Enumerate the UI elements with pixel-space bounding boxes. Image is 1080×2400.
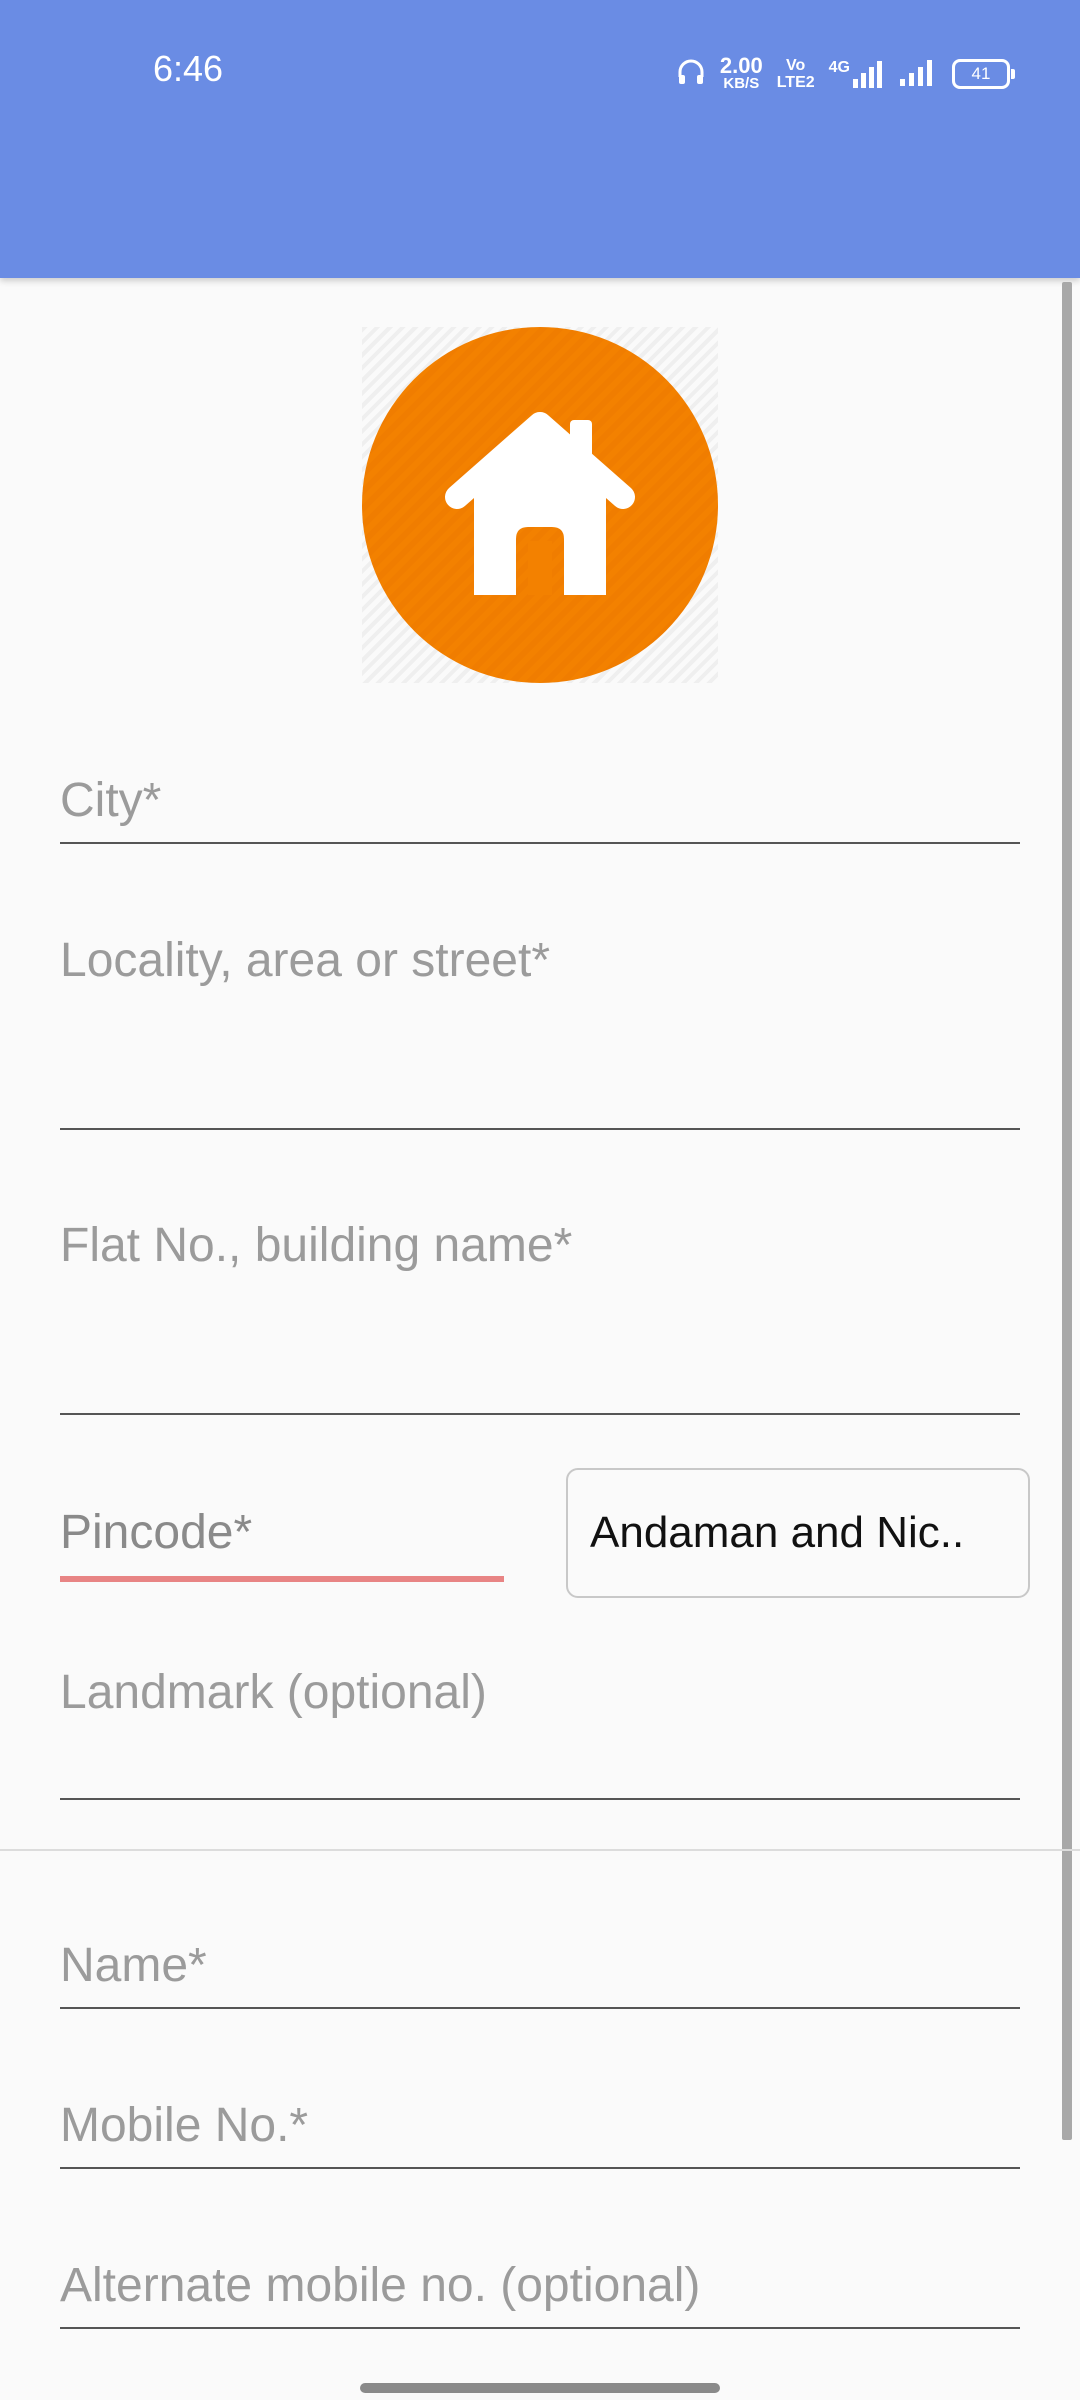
network-speed: 2.00 KB/S bbox=[719, 53, 763, 92]
headphones-icon bbox=[676, 57, 706, 92]
network-speed-unit: KB/S bbox=[723, 75, 760, 92]
pincode-placeholder: Pincode* bbox=[60, 1506, 253, 1559]
home-icon bbox=[445, 412, 635, 595]
landmark-field[interactable]: Landmark (optional) bbox=[60, 1652, 1020, 1800]
state-dropdown[interactable]: Andaman and Nic.. bbox=[566, 1468, 1030, 1598]
network-speed-value: 2.00 bbox=[719, 53, 763, 78]
name-placeholder: Name* bbox=[60, 1939, 207, 1992]
alternate-mobile-field[interactable]: Alternate mobile no. (optional) bbox=[60, 2245, 1020, 2329]
home-indicator[interactable] bbox=[360, 2383, 720, 2393]
scrollbar[interactable] bbox=[1062, 282, 1072, 2140]
locality-field[interactable]: Locality, area or street* bbox=[60, 920, 1020, 1130]
state-selected-value: Andaman and Nic.. bbox=[590, 1508, 965, 1557]
section-divider bbox=[0, 1849, 1080, 1851]
city-placeholder: City* bbox=[60, 774, 162, 827]
city-field[interactable]: City* bbox=[60, 760, 1020, 844]
flat-building-field[interactable]: Flat No., building name* bbox=[60, 1205, 1020, 1415]
volte-indicator: Vo LTE2 bbox=[777, 57, 815, 91]
signal-icon: 4G bbox=[829, 59, 884, 89]
address-logo bbox=[362, 327, 718, 683]
alternate-mobile-placeholder: Alternate mobile no. (optional) bbox=[60, 2259, 701, 2312]
status-icons: 2.00 KB/S Vo LTE2 4G 41 bbox=[676, 52, 1015, 96]
landmark-placeholder: Landmark (optional) bbox=[60, 1666, 487, 1719]
mobile-placeholder: Mobile No.* bbox=[60, 2099, 309, 2152]
status-bar: 6:46 2.00 KB/S Vo LTE2 4G 41 bbox=[0, 0, 1080, 278]
pincode-field[interactable]: Pincode* bbox=[60, 1492, 504, 1582]
volte-top-label: Vo bbox=[786, 57, 806, 74]
name-field[interactable]: Name* bbox=[60, 1925, 1020, 2009]
status-time: 6:46 bbox=[153, 48, 224, 89]
mobile-field[interactable]: Mobile No.* bbox=[60, 2085, 1020, 2169]
battery-icon: 41 bbox=[952, 59, 1015, 89]
network-type-label: 4G bbox=[828, 59, 850, 76]
volte-bottom-label: LTE2 bbox=[776, 74, 815, 91]
flat-building-placeholder: Flat No., building name* bbox=[60, 1219, 573, 1272]
locality-placeholder: Locality, area or street* bbox=[60, 934, 551, 987]
signal-icon-sim2 bbox=[898, 57, 938, 92]
